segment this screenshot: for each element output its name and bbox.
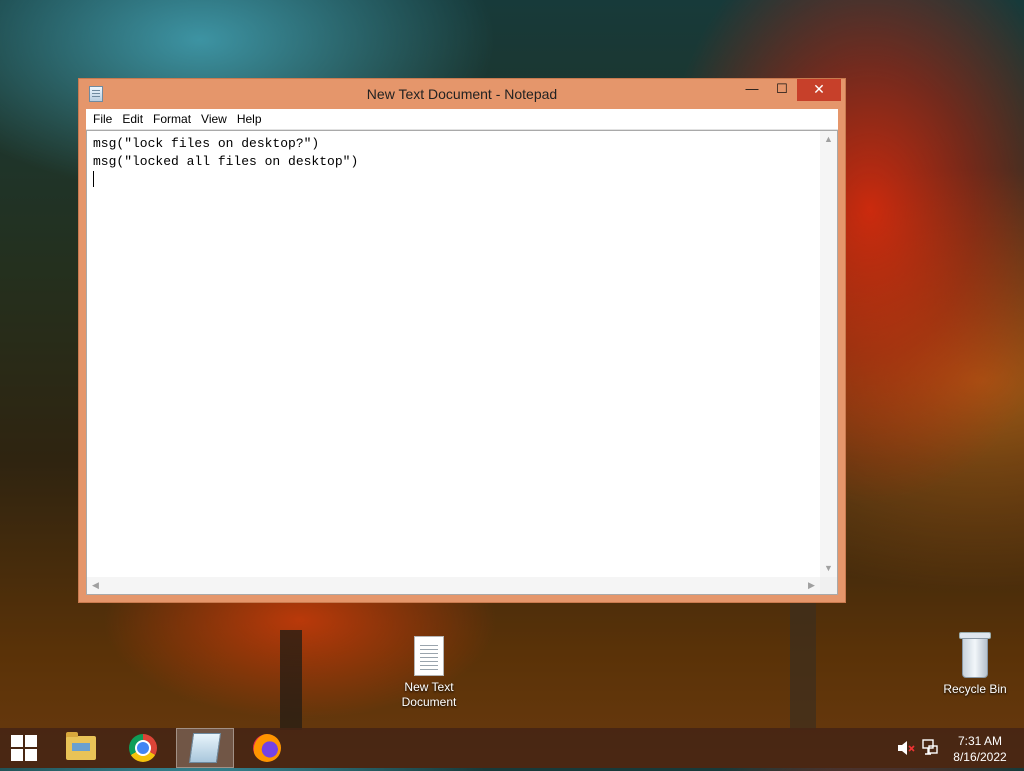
speaker-muted-icon bbox=[898, 741, 915, 755]
scroll-left-icon[interactable]: ◀ bbox=[87, 577, 104, 594]
scroll-down-icon[interactable]: ▼ bbox=[820, 560, 837, 577]
taskbar-file-explorer[interactable] bbox=[52, 728, 110, 768]
recycle-bin-icon bbox=[957, 632, 993, 678]
start-icon bbox=[11, 735, 37, 761]
text-editor[interactable]: msg("lock files on desktop?") msg("locked… bbox=[86, 130, 838, 595]
window-title: New Text Document - Notepad bbox=[366, 86, 558, 102]
text-line: msg("lock files on desktop?") bbox=[93, 136, 320, 151]
text-content[interactable]: msg("lock files on desktop?") msg("locked… bbox=[93, 135, 819, 576]
clock-date: 8/16/2022 bbox=[953, 750, 1007, 764]
maximize-button[interactable]: ☐ bbox=[769, 79, 795, 101]
background-flower-stem bbox=[790, 600, 816, 730]
menu-view[interactable]: View bbox=[196, 109, 232, 129]
horizontal-scrollbar[interactable]: ◀ ▶ bbox=[87, 577, 820, 594]
taskbar-chrome[interactable] bbox=[114, 728, 172, 768]
menu-help[interactable]: Help bbox=[232, 109, 267, 129]
menu-edit[interactable]: Edit bbox=[117, 109, 148, 129]
menu-format[interactable]: Format bbox=[148, 109, 196, 129]
desktop-icon-new-text-document[interactable]: New Text Document bbox=[389, 636, 469, 710]
clock-time: 7:31 AM bbox=[957, 734, 1003, 748]
desktop-icon-recycle-bin[interactable]: Recycle Bin bbox=[935, 632, 1015, 697]
background-flower-stem bbox=[280, 630, 302, 730]
resize-grip[interactable] bbox=[820, 577, 837, 594]
taskbar-notepad[interactable] bbox=[176, 728, 234, 768]
start-button[interactable] bbox=[0, 728, 48, 768]
desktop-icon-label: Recycle Bin bbox=[943, 682, 1007, 696]
close-button[interactable]: ✕ bbox=[797, 79, 841, 101]
title-bar[interactable]: New Text Document - Notepad — ☐ ✕ bbox=[79, 79, 845, 109]
desktop-icon-label: New Text bbox=[404, 680, 454, 694]
desktop-icon-label: Document bbox=[401, 695, 457, 709]
file-explorer-icon bbox=[66, 732, 96, 760]
menu-bar: File Edit Format View Help bbox=[86, 109, 838, 130]
network-icon bbox=[922, 739, 938, 755]
firefox-icon bbox=[253, 734, 281, 762]
tray-volume[interactable] bbox=[896, 728, 916, 768]
menu-file[interactable]: File bbox=[88, 109, 117, 129]
scroll-up-icon[interactable]: ▲ bbox=[820, 131, 837, 148]
taskbar bbox=[0, 728, 1024, 768]
text-document-icon bbox=[414, 636, 444, 676]
notepad-window: New Text Document - Notepad — ☐ ✕ File Ed… bbox=[78, 78, 846, 603]
chrome-icon bbox=[129, 734, 157, 762]
text-caret bbox=[93, 171, 94, 187]
tray-network[interactable] bbox=[920, 728, 940, 768]
notepad-icon bbox=[188, 733, 222, 763]
taskbar-firefox[interactable] bbox=[238, 728, 296, 768]
minimize-button[interactable]: — bbox=[739, 79, 765, 101]
scroll-right-icon[interactable]: ▶ bbox=[803, 577, 820, 594]
text-line: msg("locked all files on desktop") bbox=[93, 154, 359, 169]
vertical-scrollbar[interactable]: ▲ ▼ bbox=[820, 131, 837, 577]
taskbar-clock[interactable]: 7:31 AM 8/16/2022 bbox=[948, 733, 1012, 765]
text-caret-line bbox=[93, 171, 819, 190]
